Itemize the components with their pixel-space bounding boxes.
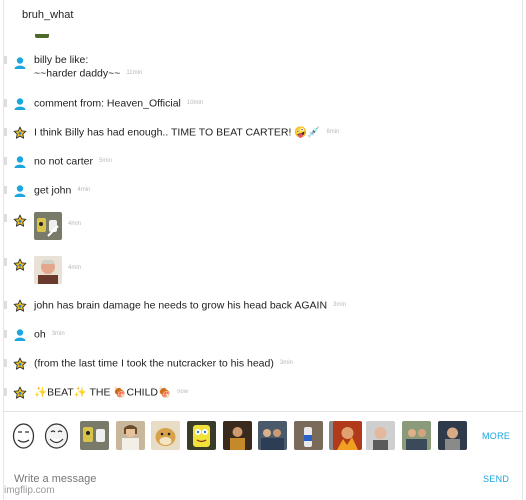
message-text-line-2: ~~harder daddy~~ 11min xyxy=(34,67,143,80)
troll-face[interactable] xyxy=(42,421,71,450)
message-text: john has brain damage he needs to grow h… xyxy=(34,299,347,312)
doge[interactable] xyxy=(151,421,180,450)
message-text: I think Billy has had enough.. TIME TO B… xyxy=(34,126,340,139)
message-time: 10min xyxy=(186,100,204,106)
message-time: 11min xyxy=(126,70,143,76)
message-time: 5min xyxy=(98,158,112,164)
message-time: 4min xyxy=(77,187,91,193)
message-marker xyxy=(4,128,7,136)
jesus-image[interactable] xyxy=(116,421,145,450)
man-photo[interactable] xyxy=(34,256,62,284)
message-text: billy be like: xyxy=(34,54,89,66)
old-man-photo[interactable] xyxy=(366,421,395,450)
message-composer: Write a message SEND xyxy=(4,460,522,500)
send-button[interactable]: SEND xyxy=(483,474,509,484)
message-marker xyxy=(4,56,7,64)
crowd-photo[interactable] xyxy=(223,421,252,450)
star-icon xyxy=(13,126,27,140)
meme-image[interactable] xyxy=(34,212,62,240)
message-marker xyxy=(4,258,7,266)
message-time: 4min xyxy=(68,265,82,271)
star-icon xyxy=(13,386,27,400)
message-marker xyxy=(4,214,7,222)
message-marker xyxy=(4,330,7,338)
message-text: comment from: Heaven_Official 10min xyxy=(34,97,204,110)
more-button[interactable]: MORE xyxy=(482,431,510,441)
message-marker xyxy=(4,99,7,107)
message-marker xyxy=(4,186,7,194)
star-icon xyxy=(13,214,27,228)
user-icon xyxy=(13,56,27,70)
user-icon xyxy=(13,97,27,111)
star-icon xyxy=(13,357,27,371)
message-time: 3min xyxy=(333,302,347,308)
user-icon xyxy=(13,184,27,198)
rage-face[interactable] xyxy=(9,421,38,450)
message-marker xyxy=(4,388,7,396)
message-input[interactable]: Write a message xyxy=(14,473,96,485)
user-icon xyxy=(13,155,27,169)
message-text: oh 3min xyxy=(34,328,65,341)
message-text: ✨BEAT✨ THE 🍖CHILD🍖 now xyxy=(34,386,189,399)
imgflip-watermark: imgflip.com xyxy=(4,485,55,496)
message-time: 3min xyxy=(51,331,65,337)
group-photo[interactable] xyxy=(258,421,287,450)
user-icon xyxy=(13,328,27,342)
spongebob[interactable] xyxy=(187,421,216,450)
portrait-photo[interactable] xyxy=(438,421,467,450)
fire-photo[interactable] xyxy=(333,421,362,450)
message-time: now xyxy=(177,389,189,395)
message-text: get john 4min xyxy=(34,184,91,197)
message-time: 8min xyxy=(326,129,340,135)
message-time: 3min xyxy=(279,360,293,366)
header-image-preview xyxy=(35,34,49,38)
chat-header: bruh_what xyxy=(4,0,522,38)
chat-username[interactable]: bruh_what xyxy=(22,9,73,21)
message-marker xyxy=(4,157,7,165)
people-photo[interactable] xyxy=(402,421,431,450)
star-icon xyxy=(13,258,27,272)
meme-face[interactable] xyxy=(80,421,109,450)
message-marker xyxy=(4,359,7,367)
message-text: no not carter 5min xyxy=(34,155,112,168)
emoji-bar: MORE xyxy=(4,411,522,461)
chat-window: bruh_what billy be like: ~~harder daddy~… xyxy=(3,0,523,500)
message-text: (from the last time I took the nutcracke… xyxy=(34,357,293,370)
bottle-photo[interactable] xyxy=(294,421,323,450)
message-time: 4min xyxy=(68,221,82,227)
star-icon xyxy=(13,299,27,313)
message-marker xyxy=(4,301,7,309)
